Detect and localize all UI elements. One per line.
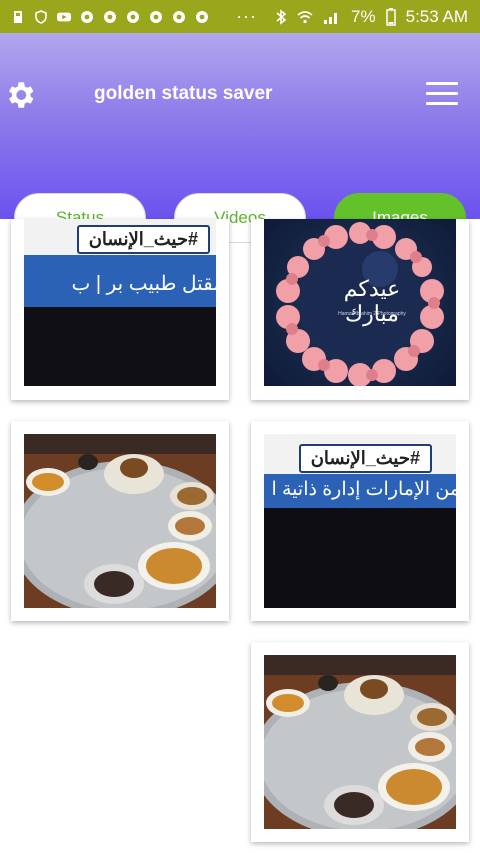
image-card[interactable]: #حيث_الإنسان مقتل طبيب بر | ب — [11, 219, 229, 400]
clock: 5:53 AM — [405, 6, 468, 26]
image-thumbnail — [264, 655, 456, 829]
image-thumbnail — [24, 434, 216, 608]
chrome-icon — [81, 10, 93, 23]
overflow-dots: ··· — [236, 6, 258, 26]
image-card[interactable] — [251, 642, 469, 842]
greeting-calligraphy: عيدكم مبارك — [343, 277, 401, 327]
overlay-caption: مقتل طبيب بر | ب — [71, 273, 217, 295]
overlay-hashtag: #حيث_الإنسان — [76, 225, 210, 254]
overlay-hashtag: #حيث_الإنسان — [298, 444, 432, 473]
chrome-icon — [104, 10, 116, 23]
bluetooth-icon — [276, 8, 287, 25]
chrome-icon — [196, 10, 208, 23]
chrome-icon — [150, 10, 162, 23]
youtube-icon — [57, 12, 71, 21]
chrome-icon — [127, 10, 139, 23]
chrome-icon — [173, 10, 185, 23]
image-thumbnail: #حيث_الإنسان مقتل طبيب بر | ب — [24, 219, 216, 386]
image-card[interactable]: #حيث_الإنسان من الإمارات إدارة ذاتية ا — [251, 421, 469, 621]
battery-icon — [385, 7, 396, 26]
sim-icon — [14, 10, 22, 23]
wifi-icon — [297, 10, 313, 23]
image-thumbnail: #حيث_الإنسان من الإمارات إدارة ذاتية ا — [264, 434, 456, 608]
image-thumbnail: عيدكم مبارك Hamza Ibrahim 2 Photography — [264, 219, 456, 386]
image-card[interactable]: عيدكم مبارك Hamza Ibrahim 2 Photography — [251, 219, 469, 400]
system-status: ··· 7% 5:53 AM — [236, 0, 468, 33]
hamburger-icon[interactable] — [426, 82, 458, 106]
food-photo — [264, 655, 456, 829]
food-photo — [24, 434, 216, 608]
app-header: golden status saver Status Videos Images — [0, 33, 480, 243]
app-title: golden status saver — [94, 83, 273, 104]
status-bar: ··· 7% 5:53 AM — [0, 0, 480, 33]
signal-icon — [324, 12, 338, 24]
shield-icon — [35, 9, 47, 24]
battery-percent: 7% — [351, 6, 376, 26]
image-card[interactable] — [11, 421, 229, 621]
gear-icon[interactable] — [3, 78, 37, 112]
overlay-caption: من الإمارات إدارة ذاتية ا — [271, 479, 456, 500]
notification-icons — [0, 9, 209, 24]
photographer-credit: Hamza Ibrahim 2 Photography — [338, 311, 406, 317]
